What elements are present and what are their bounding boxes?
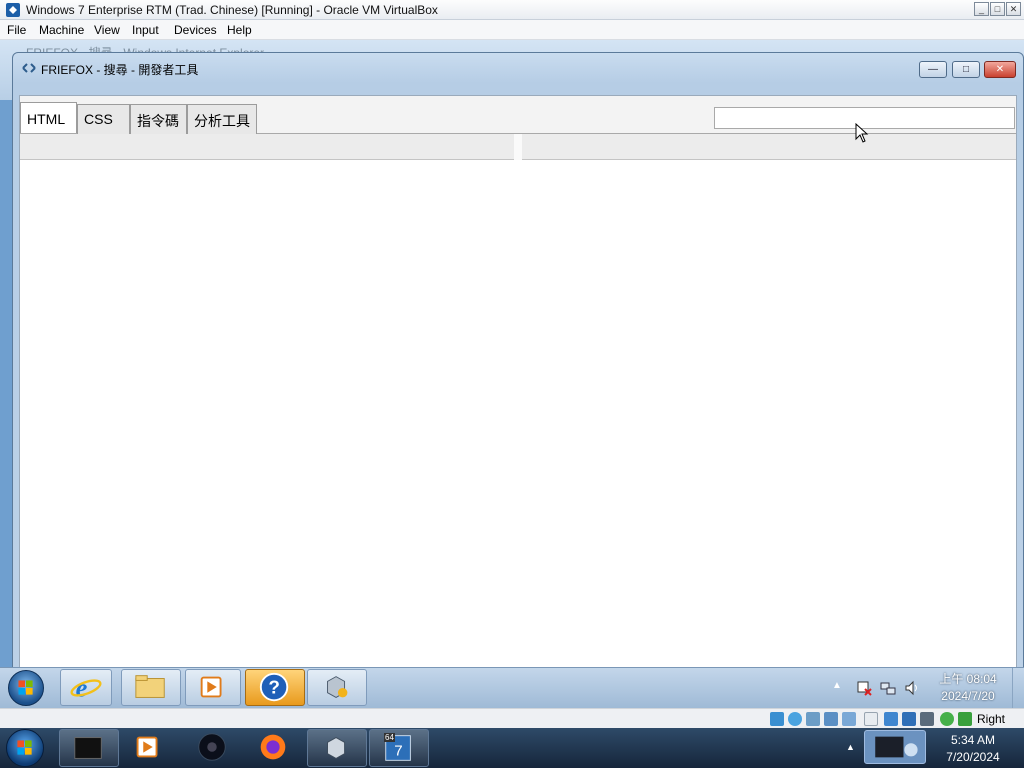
network-icon[interactable] [880,680,896,696]
virtualization-icon[interactable] [920,712,934,726]
tab-html[interactable]: HTML [20,102,77,133]
devtools-window: FRIEFOX - 搜尋 - 開發者工具 — □ ✕ HTML CSS 指令碼 … [12,52,1024,668]
mouse-cursor-icon [855,123,869,143]
win7-vm-icon: 7 [385,735,411,761]
devtools-icon [22,63,36,73]
guest-desktop: FRIEFOX - 搜尋 - Windows Internet Explorer… [0,40,1024,668]
host-maximize-button[interactable]: □ [990,2,1005,16]
host-clock-time: 5:34 AM [950,733,996,747]
optical-drive-icon[interactable] [788,712,802,726]
volume-icon[interactable] [904,680,920,696]
host-taskbar-terminal[interactable] [59,729,119,767]
guest-clock-date: 2024/7/20 [941,689,995,703]
host-taskbar-media-player[interactable] [124,729,174,767]
devtools-content-pane[interactable] [20,160,1016,668]
taskbar-help[interactable]: ? [245,669,305,706]
usb-icon[interactable] [842,712,856,726]
host-tray-vm-preview[interactable] [864,730,926,764]
taskbar-windows-explorer[interactable] [121,669,181,706]
shared-folders-icon[interactable] [864,712,878,726]
terminal-icon [74,737,102,759]
svg-text:e: e [76,672,88,702]
virtualbox-status-bar: Right Ctrl [0,708,1024,740]
minimize-icon: — [928,64,938,75]
guest-clock[interactable]: 上午 08:04 2024/7/20 [930,671,1006,705]
host-taskbar-win7-vm[interactable]: 7 64 [369,729,429,767]
windows-logo-icon [18,680,33,695]
host-taskbar-obs[interactable] [186,729,240,767]
host-taskbar-firefox[interactable] [247,729,301,767]
vm-64bit-badge: 64 [384,733,395,742]
menu-file[interactable]: File [7,23,26,37]
host-show-hidden-icons-button[interactable]: ▲ [846,742,856,752]
close-icon: ✕ [995,64,1005,75]
host-start-button[interactable] [6,729,44,767]
devtools-minimize-button[interactable]: — [919,61,947,78]
mouse-integration-icon[interactable] [940,712,954,726]
taskbar-virtualbox[interactable] [307,669,367,706]
windows-explorer-icon [135,675,165,698]
pane-splitter[interactable] [514,134,522,160]
virtualbox-tray-icon [875,736,918,758]
network-adapter-icon[interactable] [824,712,838,726]
devtools-title: FRIEFOX - 搜尋 - 開發者工具 [41,63,199,77]
video-capture-icon[interactable] [902,712,916,726]
host-minimize-button[interactable]: _ [974,2,989,16]
hard-disk-icon[interactable] [770,712,784,726]
devtools-maximize-button[interactable]: □ [952,61,980,78]
host-menu-bar: File Machine View Input Devices Help [0,20,1024,40]
taskbar-media-player[interactable] [185,669,241,706]
menu-help[interactable]: Help [227,23,252,37]
menu-devices[interactable]: Devices [174,23,217,37]
devtools-client-area: HTML CSS 指令碼 分析工具 [19,95,1017,668]
media-player-icon [200,676,222,698]
guest-taskbar: e ? ▲ 上午 08:04 2024/7/20 [0,667,1024,708]
guest-clock-time: 上午 08:04 [939,672,997,686]
firefox-icon [260,734,286,760]
menu-machine[interactable]: Machine [39,23,84,37]
action-center-flag-icon[interactable] [856,680,872,696]
help-icon: ? [259,672,289,702]
obs-icon [198,733,226,761]
host-taskbar-virtualbox[interactable] [307,729,367,767]
maximize-icon: □ [962,64,970,75]
tab-script[interactable]: 指令碼 [130,104,187,134]
virtualbox-icon [327,676,348,698]
display-icon[interactable] [884,712,898,726]
tab-css[interactable]: CSS [77,104,130,134]
svg-text:7: 7 [394,743,402,760]
devtools-close-button[interactable]: ✕ [984,61,1016,78]
keyboard-capture-icon[interactable] [958,712,972,726]
virtualbox-icon [327,737,346,759]
guest-start-button[interactable] [8,670,44,706]
show-desktop-button[interactable] [1012,668,1024,708]
host-taskbar: 7 64 ▲ 5:34 AM 7/20/2024 [0,728,1024,768]
host-close-button[interactable]: ✕ [1006,2,1021,16]
menu-view[interactable]: View [94,23,120,37]
internet-explorer-icon: e [70,672,102,702]
taskbar-internet-explorer[interactable]: e [60,669,112,706]
show-hidden-icons-button[interactable]: ▲ [832,680,844,692]
host-clock-date: 7/20/2024 [946,750,1000,764]
host-window-title: Windows 7 Enterprise RTM (Trad. Chinese)… [26,3,438,17]
media-player-icon [136,736,158,758]
windows-logo-icon [17,740,32,755]
menu-input[interactable]: Input [132,23,159,37]
virtualbox-icon [6,3,20,17]
svg-text:?: ? [268,678,280,699]
audio-icon[interactable] [806,712,820,726]
host-clock[interactable]: 5:34 AM 7/20/2024 [940,732,1006,766]
host-title-bar: Windows 7 Enterprise RTM (Trad. Chinese)… [0,0,1024,20]
tab-profiler[interactable]: 分析工具 [187,104,257,134]
